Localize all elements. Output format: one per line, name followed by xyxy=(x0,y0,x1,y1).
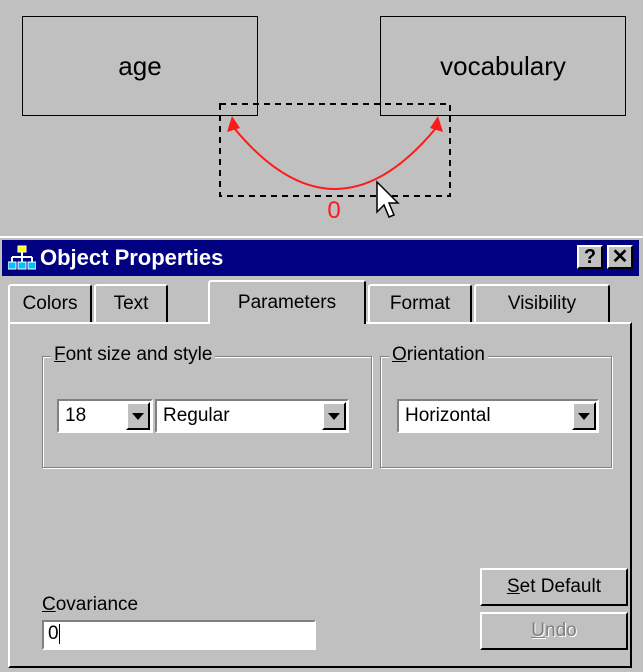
covariance-label: Covariance xyxy=(42,594,139,615)
orientation-select[interactable]: Horizontal xyxy=(397,399,599,433)
chevron-down-icon[interactable] xyxy=(126,402,150,430)
close-button[interactable]: ✕ xyxy=(607,245,633,269)
font-group-legend: Font size and style xyxy=(51,344,216,366)
tab-parameters[interactable]: Parameters xyxy=(208,280,366,324)
parameters-panel: Font size and style 18 Regular Orientati… xyxy=(8,322,632,668)
arrowhead-left xyxy=(227,116,240,132)
undo-button[interactable]: Undo xyxy=(480,612,628,650)
chevron-down-icon[interactable] xyxy=(572,402,596,430)
orientation-value: Horizontal xyxy=(405,405,491,426)
chevron-down-icon[interactable] xyxy=(322,402,346,430)
text-caret xyxy=(58,623,60,644)
font-size-select[interactable]: 18 xyxy=(57,399,153,433)
orientation-group-legend: Orientation xyxy=(389,344,488,366)
path-diagram-canvas[interactable]: age vocabulary 0 xyxy=(0,0,643,236)
font-size-style-group: Font size and style 18 Regular xyxy=(42,344,372,468)
object-properties-dialog: Object Properties ? ✕ Colors Text Parame… xyxy=(0,236,643,672)
tab-visibility[interactable]: Visibility xyxy=(474,284,610,322)
network-icon xyxy=(8,245,36,270)
font-style-select[interactable]: Regular xyxy=(155,399,349,433)
covariance-curve xyxy=(233,127,437,190)
arrowhead-right xyxy=(430,116,443,132)
tab-colors[interactable]: Colors xyxy=(8,284,92,322)
covariance-arc[interactable] xyxy=(0,0,643,236)
dialog-title: Object Properties xyxy=(40,245,224,270)
set-default-button[interactable]: Set Default xyxy=(480,568,628,606)
font-size-value: 18 xyxy=(65,405,87,426)
dialog-titlebar[interactable]: Object Properties ? ✕ xyxy=(2,240,639,276)
covariance-value-label: 0 xyxy=(327,197,341,224)
tab-format[interactable]: Format xyxy=(368,284,472,322)
covariance-input[interactable]: 0 xyxy=(42,620,316,650)
orientation-group: Orientation Horizontal xyxy=(380,344,612,468)
help-button[interactable]: ? xyxy=(577,245,603,269)
tab-text[interactable]: Text xyxy=(94,284,168,322)
font-style-value: Regular xyxy=(163,405,230,426)
mouse-cursor-icon xyxy=(376,180,400,218)
